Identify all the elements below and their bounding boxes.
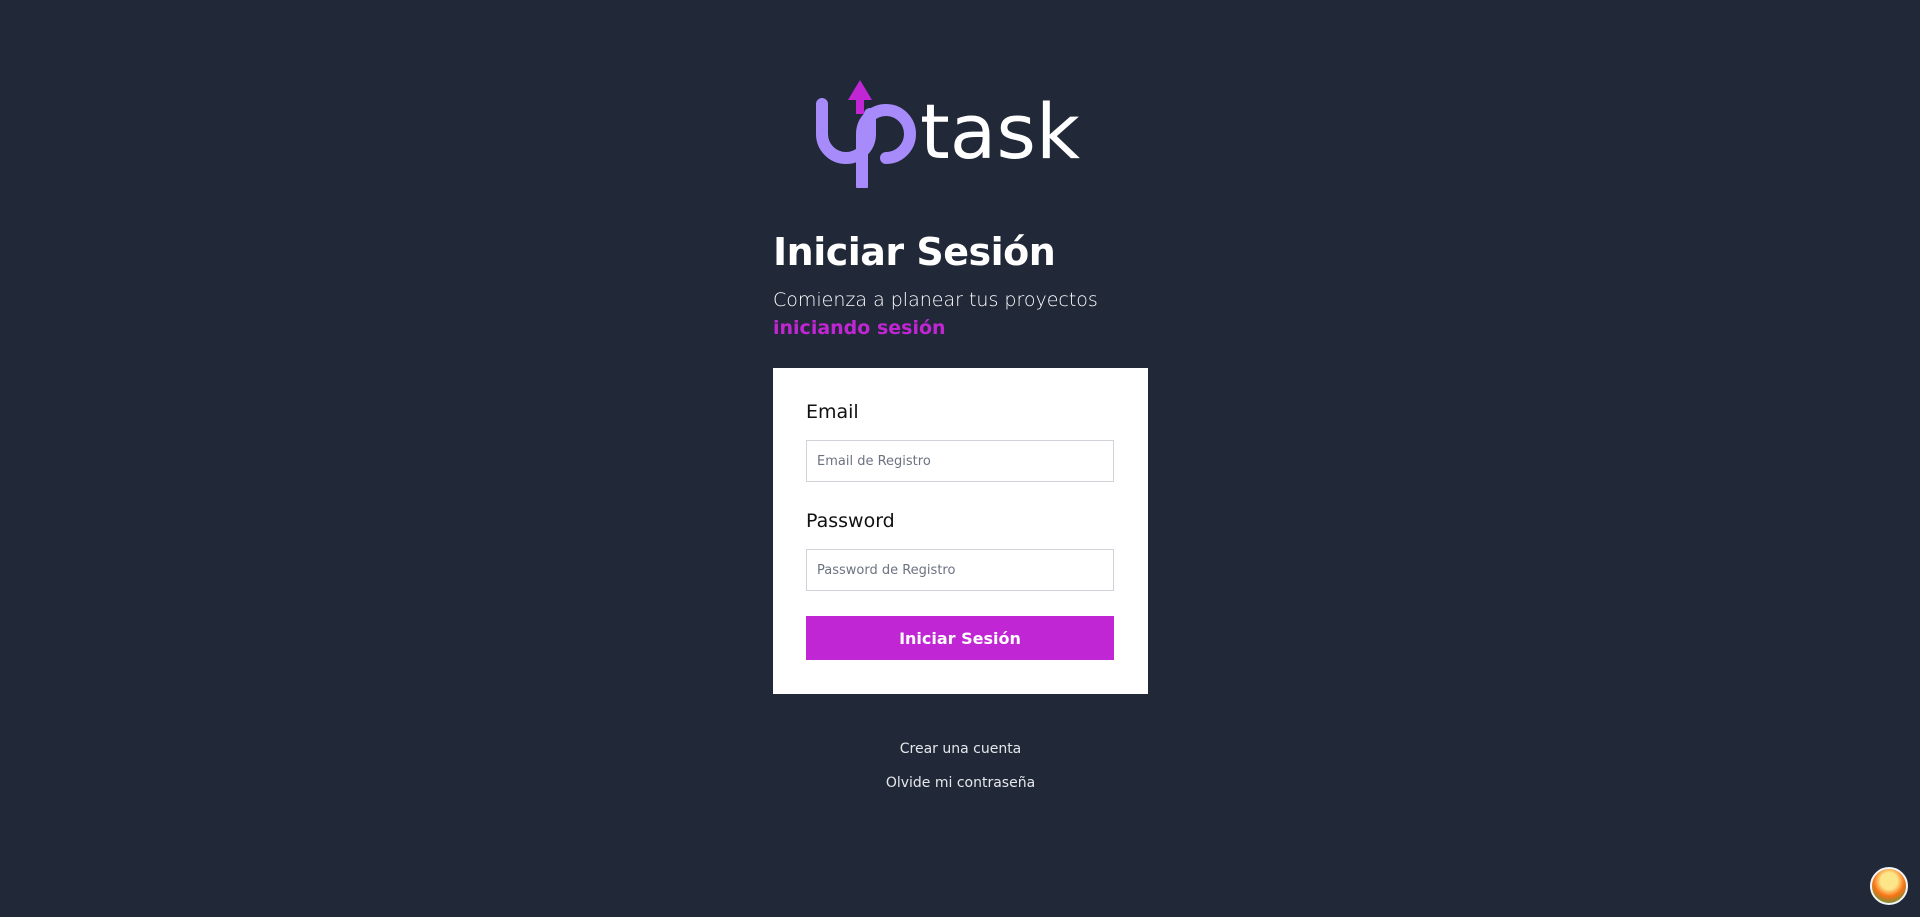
create-account-link[interactable]: Crear una cuenta <box>773 740 1148 758</box>
email-label: Email <box>806 401 859 423</box>
password-label: Password <box>806 510 895 532</box>
login-button[interactable]: Iniciar Sesión <box>806 616 1114 660</box>
uptask-logo: task <box>816 80 1080 188</box>
logo-wordmark: task <box>920 87 1080 176</box>
beach-avatar-icon[interactable] <box>1870 867 1908 905</box>
page-subtitle: Comienza a planear tus proyectos inician… <box>773 286 1148 342</box>
email-field[interactable] <box>806 440 1114 482</box>
password-field[interactable] <box>806 549 1114 591</box>
auth-links: Crear una cuenta Olvide mi contraseña <box>773 740 1148 808</box>
subtitle-accent: iniciando sesión <box>773 317 946 339</box>
login-content: Iniciar Sesión Comienza a planear tus pr… <box>773 224 1148 694</box>
login-form: Email Password Iniciar Sesión <box>773 368 1148 694</box>
page-title: Iniciar Sesión <box>773 230 1056 274</box>
forgot-password-link[interactable]: Olvide mi contraseña <box>773 774 1148 792</box>
login-page: task Iniciar Sesión Comienza a planear t… <box>0 0 1920 917</box>
subtitle-text: Comienza a planear tus proyectos <box>773 289 1098 311</box>
